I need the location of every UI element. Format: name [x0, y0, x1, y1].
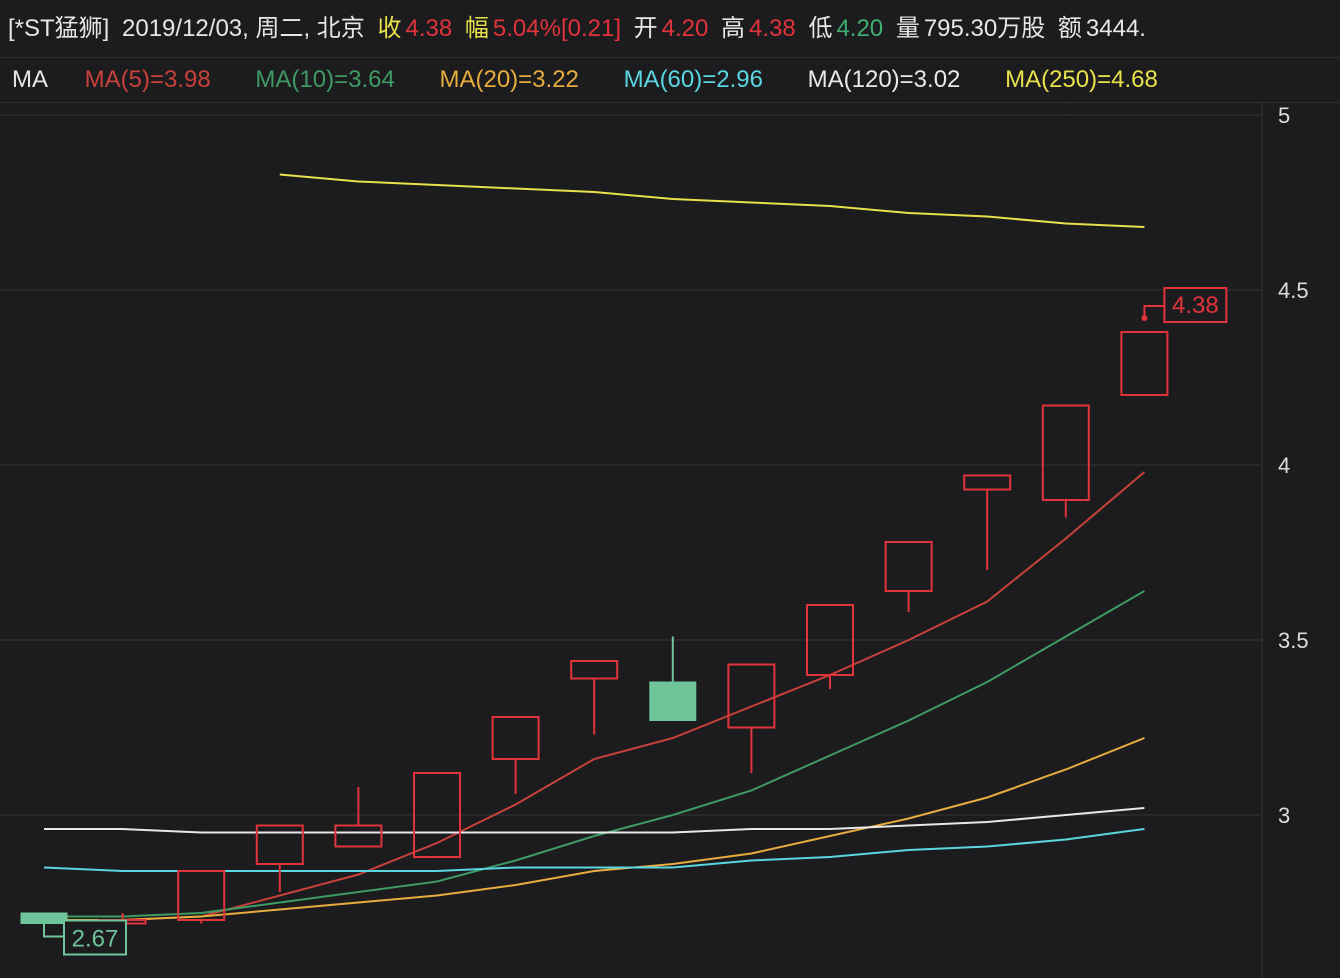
open-value: 4.20: [661, 15, 709, 42]
quote-info-bar: [*ST猛狮] 2019/12/03, 周二, 北京 收 4.38 幅 5.04%[…: [0, 0, 1340, 58]
y-tick-label: 4: [1278, 453, 1290, 478]
high-label: 高: [721, 15, 746, 42]
close-label: 收: [377, 15, 402, 42]
ma-legend-title[interactable]: MA: [12, 66, 48, 93]
volume-value: 795.30万股: [923, 15, 1046, 42]
candle: [649, 636, 697, 721]
change-label: 幅: [464, 15, 489, 42]
candle: [727, 663, 776, 773]
candle-body-up: [884, 541, 933, 592]
candle-body-up: [255, 824, 304, 865]
candle-body-up: [963, 474, 1012, 491]
y-tick-label: 3: [1278, 803, 1290, 828]
close-value: 4.38: [405, 15, 453, 42]
ma250-legend: MA(250)=4.68: [1005, 66, 1158, 93]
amount-value: 3444.: [1085, 15, 1146, 42]
candle-body-up: [570, 660, 619, 680]
ma60-legend: MA(60)=2.96: [623, 66, 763, 93]
ma5-legend: MA(5)=3.98: [84, 66, 211, 93]
ma20-legend: MA(20)=3.22: [439, 66, 579, 93]
change-amount: [0.21]: [560, 15, 621, 42]
open-label: 开: [633, 15, 658, 42]
candle: [884, 541, 933, 612]
y-tick-label: 5: [1278, 103, 1290, 128]
candle: [255, 824, 304, 892]
volume-label: 量: [895, 15, 920, 42]
candle: [570, 660, 619, 735]
y-tick-label: 4.5: [1278, 278, 1309, 303]
stock-symbol[interactable]: [*ST猛狮]: [8, 15, 109, 42]
ma10-legend: MA(10)=3.64: [255, 66, 395, 93]
high-marker-leader: [1143, 305, 1165, 318]
amount-label: 额: [1057, 15, 1082, 42]
change-percent: 5.04%: [492, 15, 561, 42]
ma-line-ma20: [44, 737, 1145, 921]
candle: [806, 604, 854, 689]
high-value: 4.38: [749, 15, 796, 42]
candle-body-up: [1120, 331, 1169, 396]
candle: [334, 787, 383, 848]
y-tick-label: 3.5: [1278, 628, 1309, 653]
moving-average-legend: MA MA(5)=3.98 MA(10)=3.64 MA(20)=3.22 MA…: [0, 58, 1340, 102]
quote-datetime: 2019/12/03, 周二, 北京: [122, 15, 365, 42]
ma-line-ma250: [279, 173, 1145, 228]
high-marker-label: 4.38: [1172, 292, 1219, 319]
candle: [491, 716, 540, 794]
low-value: 4.20: [836, 15, 884, 42]
low-marker-label: 2.67: [72, 926, 119, 953]
candlestick-chart[interactable]: 3 3.5 4 4.5 5 4.38 2.67: [0, 103, 1340, 978]
ma120-legend: MA(120)=3.02: [807, 66, 961, 93]
candle-body-up: [727, 663, 776, 729]
candle: [1041, 404, 1090, 518]
candle-body-down: [649, 681, 697, 721]
candle-body-up: [491, 716, 540, 760]
candle: [1120, 331, 1169, 396]
candle-body-up: [334, 824, 383, 848]
ma-line-ma120: [44, 807, 1145, 834]
low-label: 低: [808, 15, 833, 42]
candle: [963, 474, 1012, 570]
